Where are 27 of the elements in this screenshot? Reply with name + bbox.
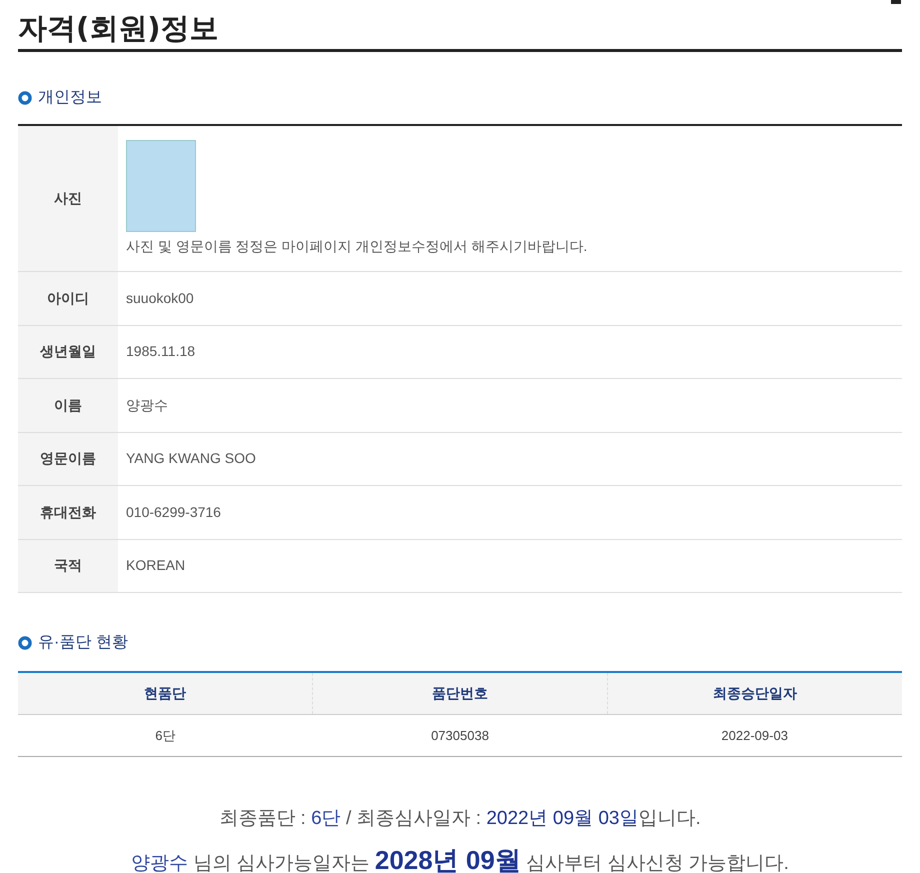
label-cell: 생년월일 xyxy=(18,326,118,378)
summary-sentence: 양광수 님의 심사가능일자는 2028년 09월 심사부터 심사신청 가능합니다. xyxy=(131,844,789,873)
label-cell: 아이디 xyxy=(18,272,118,324)
page-title: 자격(회원)정보 xyxy=(18,14,219,43)
label-cell: 국적 xyxy=(18,540,118,592)
column-header: 최종승단일자 xyxy=(607,673,902,714)
table-cell-text: 6단 xyxy=(154,726,176,745)
value-cell-text: 양광수 xyxy=(125,396,168,415)
table-cell-text: 2022-09-03 xyxy=(720,726,789,745)
column-header: 현품단 xyxy=(143,684,187,703)
label-cell: 영문이름 xyxy=(18,432,118,485)
bullet-ring-icon xyxy=(18,636,32,650)
label-cell: 이름 xyxy=(18,379,118,432)
label-cell: 사진 xyxy=(18,126,118,271)
section-heading: 개인정보 xyxy=(38,88,102,108)
summary-sentence: 최종품단 : 6단 / 최종심사일자 : 2022년 09월 03일 입니다. xyxy=(219,807,701,831)
photo-note: 사진 및 영문이름 정정은 마이페이지 개인정보수정에서 해주시기바랍니다. xyxy=(126,237,588,256)
value-cell-text: 1985.11.18 xyxy=(125,342,196,362)
value-cell-text: YANG KWANG SOO xyxy=(125,449,256,468)
bullet-ring-icon xyxy=(18,91,32,105)
table-cell-text: 07305038 xyxy=(430,726,490,745)
value-cell-text: suuokok00 xyxy=(125,288,194,308)
value-cell-text: 010-6299-3716 xyxy=(125,502,221,522)
label-cell: 휴대전화 xyxy=(18,486,118,538)
value-cell-text: KOREAN xyxy=(125,556,186,576)
section-heading: 유·품단 현황 xyxy=(38,633,128,653)
column-header: 품단번호 xyxy=(312,673,607,714)
